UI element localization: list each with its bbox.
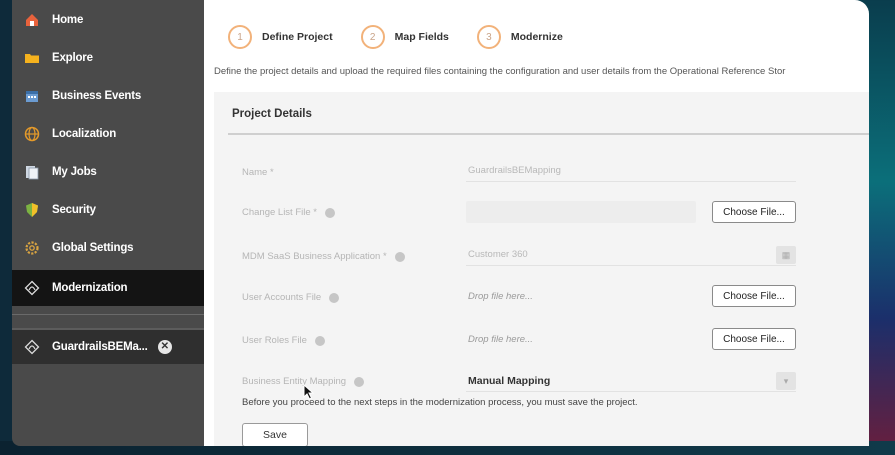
sidebar-item-label: Business Events [52,90,142,102]
save-button[interactable]: Save [242,423,308,446]
open-job-label: GuardrailsBEMa... [52,341,148,353]
step-number: 3 [476,25,501,49]
business-application-label: MDM SaaS Business Application * [242,251,405,262]
globe-icon [24,126,40,142]
modernization-icon [24,280,40,296]
sidebar-item-label: Security [52,204,96,216]
name-label: Name * [242,167,274,178]
close-icon[interactable]: ✕ [157,340,172,354]
sidebar-item-global-settings[interactable]: Global Settings [12,230,204,266]
sidebar-item-modernization[interactable]: Modernization [12,270,204,306]
jobs-icon [24,164,40,180]
user-roles-dropzone[interactable]: Drop file here... [466,328,706,350]
step-label: Define Project [262,31,333,43]
sidebar-item-business-events[interactable]: Business Events [12,78,204,114]
mouse-cursor-icon [303,384,315,400]
section-title: Project Details [232,108,312,120]
calendar-icon [24,88,40,104]
sidebar-item-label: Home [52,14,84,26]
sidebar-item-home[interactable]: Home [12,2,204,38]
wizard-steps: 1 Define Project 2 Map Fields 3 Moderniz… [228,24,591,50]
sidebar-item-label: Explore [52,52,93,64]
entity-mapping-select[interactable]: Manual Mapping [466,370,796,392]
sidebar-item-security[interactable]: Security [12,192,204,228]
chevron-down-icon[interactable]: ▾ [776,372,796,390]
sidebar-divider [12,314,204,315]
sidebar-item-my-jobs[interactable]: My Jobs [12,154,204,190]
dropdown-icon[interactable]: ▦ [776,246,796,264]
step-label: Modernize [510,31,563,43]
user-accounts-label: User Accounts File [242,292,340,303]
info-icon[interactable] [354,376,365,387]
business-application-select[interactable]: Customer 360 [466,244,796,266]
shield-icon [24,202,40,218]
name-field[interactable]: GuardrailsBEMapping [466,160,796,182]
step-number: 2 [360,25,385,49]
sidebar-open-job[interactable]: GuardrailsBEMa... ✕ [12,328,204,364]
sidebar-item-localization[interactable]: Localization [12,116,204,152]
change-list-label: Change List File * [242,207,335,218]
main-panel: 1 Define Project 2 Map Fields 3 Moderniz… [204,0,869,446]
info-icon[interactable] [314,335,325,346]
sidebar-item-label: Modernization [52,282,128,294]
section-divider [228,133,869,135]
change-list-choose-file-button[interactable]: Choose File... [712,201,796,223]
user-accounts-choose-file-button[interactable]: Choose File... [712,285,796,307]
home-icon [24,12,40,28]
step-number: 1 [228,25,252,49]
sidebar-item-explore[interactable]: Explore [12,40,204,76]
gear-icon [24,240,40,256]
sidebar-item-label: Global Settings [52,242,134,254]
save-notice: Before you proceed to the next steps in … [242,397,638,408]
page-description: Define the project details and upload th… [214,66,786,77]
user-roles-choose-file-button[interactable]: Choose File... [712,328,796,350]
sidebar-item-label: My Jobs [52,166,97,178]
info-icon[interactable] [324,207,335,218]
user-accounts-dropzone[interactable]: Drop file here... [466,285,706,307]
user-roles-label: User Roles File [242,335,325,346]
sidebar-item-label: Localization [52,128,117,140]
modernization-icon [24,339,40,355]
step-define-project[interactable]: 1 Define Project [228,25,333,49]
step-map-fields[interactable]: 2 Map Fields [360,25,449,49]
info-icon[interactable] [394,251,405,262]
folder-icon [24,50,40,66]
step-label: Map Fields [394,31,449,43]
step-modernize[interactable]: 3 Modernize [476,25,563,49]
sidebar: Home Explore Business Events Localizatio… [12,0,204,446]
info-icon[interactable] [329,292,340,303]
change-list-file-name [466,201,696,223]
